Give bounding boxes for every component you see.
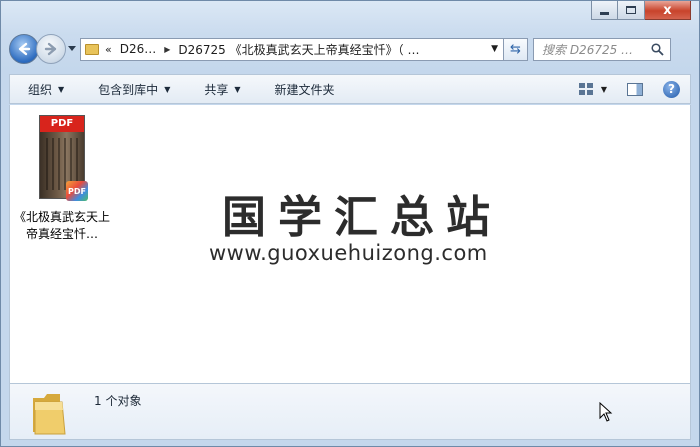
dropdown-arrow-icon: ▼: [58, 84, 65, 94]
help-icon[interactable]: ?: [663, 80, 680, 98]
folder-icon: [85, 43, 99, 55]
change-view-icon[interactable]: [578, 83, 593, 95]
address-dropdown-icon[interactable]: ▼: [491, 44, 498, 54]
file-list-area[interactable]: PDF PDF 《北极真武玄天上帝真经宝忏… 国学汇总站 www.guoxueh…: [9, 105, 691, 383]
include-in-library-menu[interactable]: 包含到库中 ▼: [80, 75, 186, 103]
breadcrumb-separator-icon[interactable]: ▶: [164, 45, 170, 54]
address-bar[interactable]: « D26… ▶ D26725 《北极真武玄天上帝真经宝忏》（ … ▼: [80, 37, 504, 61]
new-folder-label: 新建文件夹: [274, 82, 335, 97]
search-input[interactable]: 搜索 D26725 …: [542, 41, 645, 58]
chevron-down-icon: [68, 46, 76, 51]
share-label: 共享: [204, 82, 229, 97]
watermark-title: 国学汇总站: [222, 192, 502, 243]
share-menu[interactable]: 共享 ▼: [186, 75, 256, 103]
dropdown-arrow-icon: ▼: [164, 84, 171, 94]
breadcrumb-overflow[interactable]: «: [105, 43, 112, 56]
new-folder-button[interactable]: 新建文件夹: [257, 75, 351, 103]
view-options-dropdown-icon[interactable]: ▼: [601, 85, 607, 94]
minimize-icon: [600, 11, 609, 15]
close-button[interactable]: x: [645, 1, 691, 20]
file-item[interactable]: PDF PDF 《北极真武玄天上帝真经宝忏…: [14, 111, 110, 243]
maximize-icon: [626, 6, 636, 14]
pdf-label: PDF: [40, 116, 84, 132]
command-bar: 组织 ▼ 包含到库中 ▼ 共享 ▼ 新建文件夹 ▼ ?: [9, 74, 691, 104]
minimize-button[interactable]: [591, 1, 618, 20]
back-button[interactable]: [9, 34, 39, 64]
organize-menu[interactable]: 组织 ▼: [10, 75, 80, 103]
file-name: 《北极真武玄天上帝真经宝忏…: [14, 210, 111, 241]
organize-label: 组织: [28, 82, 53, 97]
arrow-right-icon: [44, 42, 57, 56]
watermark-url: www.guoxuehuizong.com: [209, 241, 488, 265]
include-in-library-label: 包含到库中: [98, 82, 159, 97]
close-icon: x: [663, 2, 672, 18]
caption-buttons: x: [591, 1, 691, 20]
dropdown-arrow-icon: ▼: [234, 84, 241, 94]
refresh-icon: ⇆: [510, 41, 521, 57]
preview-pane-icon[interactable]: [627, 82, 643, 96]
pdf-app-badge-icon: PDF: [66, 181, 88, 201]
pdf-file-icon: PDF PDF: [39, 115, 88, 201]
maximize-button[interactable]: [618, 1, 645, 20]
item-count: 1 个对象: [94, 394, 142, 408]
folder-icon: [33, 394, 66, 435]
breadcrumb-item[interactable]: D26…: [120, 42, 157, 56]
search-box[interactable]: 搜索 D26725 …: [533, 37, 671, 61]
search-icon: [651, 42, 664, 56]
details-pane: 1 个对象: [9, 383, 691, 440]
arrow-left-icon: [18, 42, 31, 56]
navigation-bar: « D26… ▶ D26725 《北极真武玄天上帝真经宝忏》（ … ▼ ⇆ 搜索…: [9, 31, 691, 67]
explorer-window: x « D26… ▶ D26725 《北极真武玄天上帝真经宝忏》（ … ▼ ⇆ …: [0, 0, 700, 447]
mouse-cursor-icon: [599, 402, 613, 422]
recent-pages-button[interactable]: [66, 34, 78, 64]
refresh-button[interactable]: ⇆: [504, 37, 528, 61]
view-controls: ▼ ?: [578, 80, 690, 98]
breadcrumb-item-current[interactable]: D26725 《北极真武玄天上帝真经宝忏》（ …: [178, 41, 419, 58]
forward-button[interactable]: [36, 34, 66, 64]
